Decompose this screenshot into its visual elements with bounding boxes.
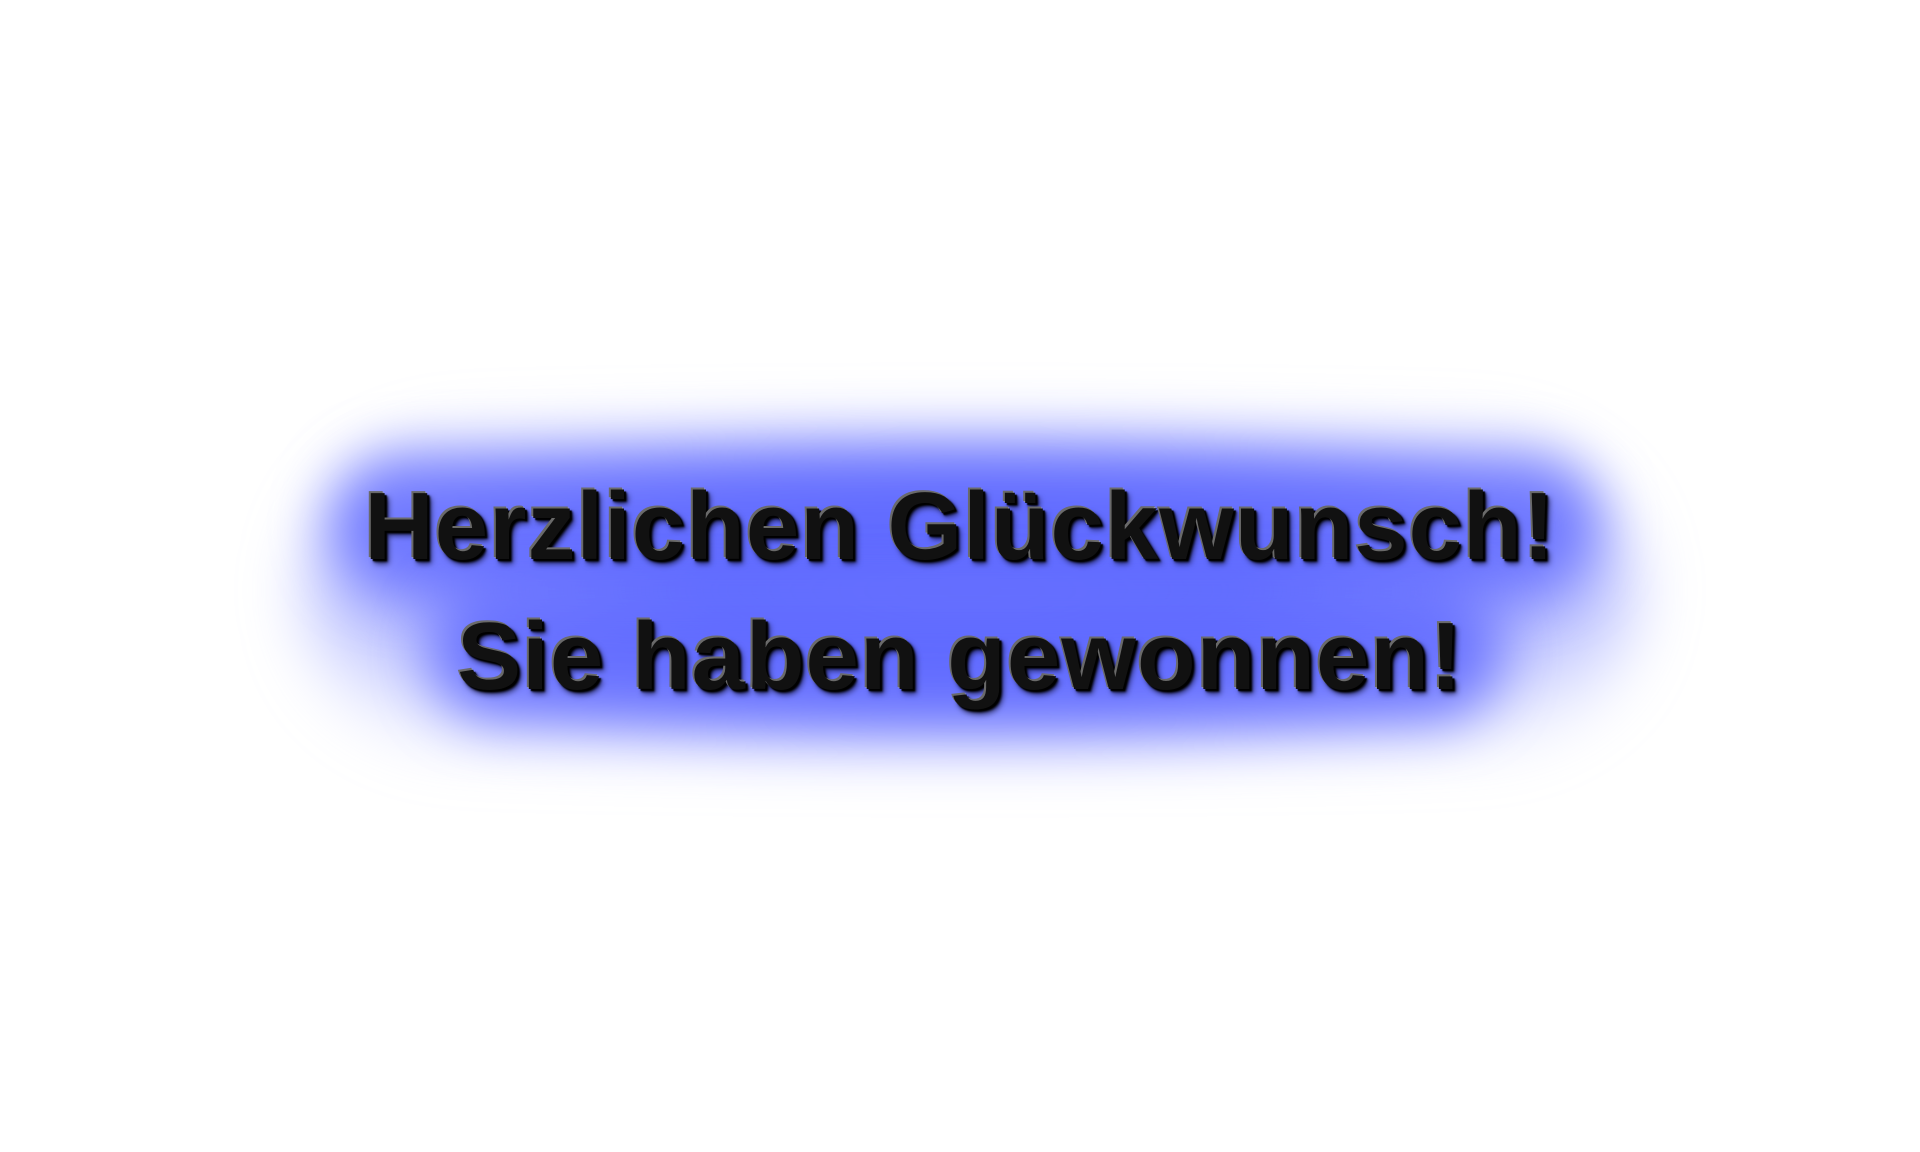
message-line-1: Herzlichen Glückwunsch!	[364, 473, 1556, 580]
message-line-2: Sie haben gewonnen!	[457, 603, 1463, 710]
canvas: Herzlichen Glückwunsch! Sie haben gewonn…	[0, 0, 1920, 1152]
congratulations-message: Herzlichen Glückwunsch! Sie haben gewonn…	[0, 462, 1920, 722]
